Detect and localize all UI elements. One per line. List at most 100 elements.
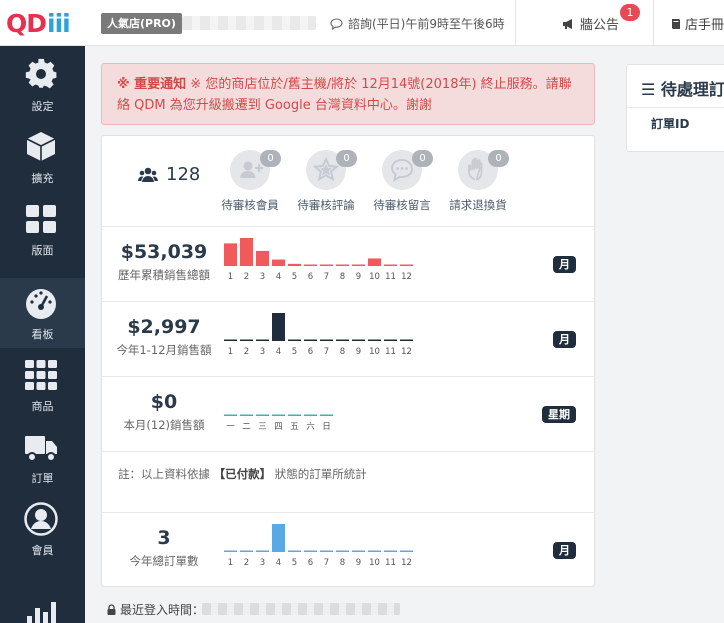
megaphone-icon [563,18,572,29]
chart-tick-label: 五 [290,422,299,432]
period-toggle[interactable]: 月 [553,256,576,273]
book-icon [672,18,680,29]
sidebar-item-products[interactable]: 商品 [0,350,85,420]
stat-label: 今年總訂單數 [129,554,199,568]
chart-bar [304,414,317,416]
chart-tick-label: 六 [306,421,315,432]
chart-bar [256,550,269,552]
chart-tick-label: 四 [274,422,283,432]
chart-tick-label: 4 [276,347,281,357]
cube-icon [26,132,56,161]
chart-bar [384,339,397,341]
chart-tick-label: 10 [369,347,380,357]
chart-bar [352,264,365,266]
chart-tick-label: 10 [369,558,380,568]
manual-link[interactable]: 店手冊 [670,14,724,33]
sidebar-item-members[interactable]: 會員 [0,494,85,564]
chart-bar [368,550,381,552]
chart-tick-label: 7 [324,558,329,568]
last-login: 最近登入時間： [107,601,204,618]
hotline-info: 諮詢(平日)午前9時至午後6時 [330,15,505,32]
last-login-label: 最近登入時間： [120,603,205,617]
sidebar-label: 會員 [31,544,54,557]
chart-tick-label: 2 [244,347,249,357]
chart-tick-label: 6 [308,347,313,357]
chart-bar [256,250,269,266]
stat-amount: 3 [157,527,171,549]
row-divider [102,376,594,377]
chart-tick-label: 二 [242,422,251,432]
grid-icon [26,205,56,233]
chart-bar [224,339,237,341]
chart-tick-label: 5 [292,347,297,357]
order-id-column-header[interactable]: 訂單ID [651,115,689,132]
chart-tick-label: 9 [356,558,361,568]
chart-bar [224,414,237,416]
footnote-prefix: 註：以上資料依據 [118,467,214,481]
sidebar-label: 擴充 [31,172,54,185]
chart-tick-label: 12 [401,272,412,282]
members-count[interactable]: 128 [138,164,200,185]
stat-label: 歷年累積銷售總額 [118,268,210,282]
sidebar-item-dashboard[interactable]: 看板 [0,278,85,348]
chart-tick-label: 8 [340,558,345,568]
chart-bar [352,339,365,341]
pending-count-badge: 0 [260,150,281,167]
pending-count-badge: 0 [336,150,357,167]
period-toggle[interactable]: 月 [553,331,576,348]
notice-prefix: ※ 重要通知 [117,77,187,92]
chart-tick-label: 1 [228,347,233,357]
chart-bar [256,414,269,416]
members-count-value: 128 [166,164,201,185]
sidebar-item-settings[interactable]: 設定 [0,50,85,120]
pending-orders-panel: ☰ 待處理訂 訂單ID [626,64,724,152]
user-icon [24,502,58,536]
announcements-button[interactable]: 牆公告 [562,14,619,33]
chart-bar [320,550,333,552]
chart-tick-label: 2 [244,272,249,282]
pending-label: 待審核評論 [297,198,355,212]
sidebar-item-reports[interactable] [0,576,85,623]
top-divider [515,0,516,46]
chart-bar [288,339,301,341]
chart-bar [288,414,301,416]
users-icon [138,167,158,182]
chart-bar [400,339,413,341]
chart-tick-label: 3 [260,347,265,357]
lock-icon [107,604,116,615]
chart-bar [384,264,397,266]
sidebar-item-orders[interactable]: 訂單 [0,422,85,492]
stat-amount: $53,039 [120,241,208,263]
pending-count-badge: 0 [412,150,433,167]
period-toggle[interactable]: 星期 [542,406,576,423]
chart-bar [224,243,237,266]
chart-bar [320,414,333,416]
chart-bar [368,339,381,341]
mini-chart-month-sales: 一二三四五六日 [222,382,422,432]
manual-label: 店手冊 [685,18,724,33]
chart-bar [320,339,333,341]
pending-label: 請求退換貨 [449,198,507,212]
qdm-logo[interactable]: Q Diii [6,8,71,38]
pending-orders-title: ☰ 待處理訂 [641,76,724,100]
chart-tick-label: 10 [369,272,380,282]
pending-label: 待審核會員 [221,198,279,212]
chart-tick-label: 一 [226,422,235,432]
panel-divider [627,107,724,108]
chart-tick-label: 4 [276,558,281,568]
store-name-redacted [182,16,316,30]
chart-tick-label: 7 [324,272,329,282]
plan-badge: 人氣店(PRO) [101,13,182,34]
important-notice: ※ 重要通知 ※ 您的商店位於/舊主機/將於 12月14號(2018年) 終止服… [101,63,595,125]
period-toggle[interactable]: 月 [553,542,576,559]
chart-bar [304,264,317,266]
chart-bar [256,339,269,341]
dashboard-icon [26,289,56,319]
apps-icon [25,360,57,390]
footnote-suffix: 狀態的訂單所統計 [271,467,367,481]
sidebar-item-layout[interactable]: 版面 [0,194,85,264]
sidebar-label: 版面 [31,244,54,257]
chart-bar [352,550,365,552]
sidebar-item-extensions[interactable]: 擴充 [0,122,85,192]
chart-tick-label: 7 [324,347,329,357]
